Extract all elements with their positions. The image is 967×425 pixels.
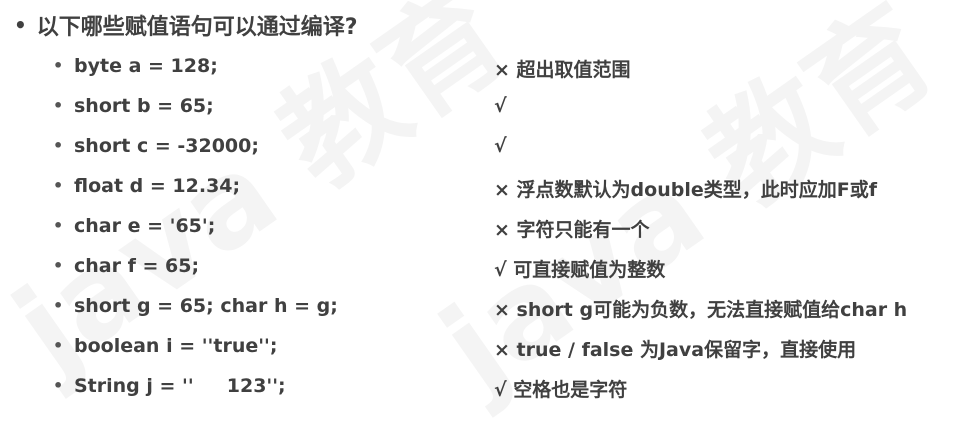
- code-statement: boolean i = ''true'';: [74, 335, 278, 357]
- list-bullet: •: [53, 96, 64, 115]
- result-note: × true / false 为Java保留字，直接使用: [494, 339, 857, 361]
- slide-title-row: • 以下哪些赋值语句可以通过编译?: [14, 5, 358, 45]
- code-statement: short b = 65;: [74, 95, 214, 117]
- code-statement: short c = -32000;: [74, 135, 259, 157]
- list-bullet: •: [53, 256, 64, 275]
- list-bullet: •: [53, 56, 64, 75]
- list-item: • float d = 12.34; × 浮点数默认为double类型，此时应加…: [0, 168, 967, 208]
- list-item: • boolean i = ''true''; × true / false 为…: [0, 328, 967, 368]
- code-statement: byte a = 128;: [74, 55, 218, 77]
- list-item: • short g = 65; char h = g; × short g可能为…: [0, 288, 967, 328]
- code-statement: String j = '' 123'';: [74, 375, 286, 397]
- result-note: √: [494, 95, 507, 117]
- list-bullet: •: [53, 136, 64, 155]
- slide: java 教育 java 教育 • 以下哪些赋值语句可以通过编译? • byte…: [0, 0, 967, 425]
- code-statement: char e = '65';: [74, 215, 216, 237]
- list-bullet: •: [53, 376, 64, 395]
- result-note: × 字符只能有一个: [494, 219, 650, 241]
- result-note: √ 可直接赋值为整数: [494, 259, 666, 281]
- list-bullet: •: [53, 216, 64, 235]
- list-item: • String j = '' 123''; √ 空格也是字符: [0, 368, 967, 408]
- list-item: • short b = 65; √: [0, 88, 967, 128]
- result-note: × short g可能为负数，无法直接赋值给char h: [494, 299, 908, 321]
- list-item: • byte a = 128; × 超出取值范围: [0, 48, 967, 88]
- title-bullet: •: [14, 13, 27, 37]
- list-bullet: •: [53, 296, 64, 315]
- list-item: • short c = -32000; √: [0, 128, 967, 168]
- list-bullet: •: [53, 176, 64, 195]
- list-item: • char f = 65; √ 可直接赋值为整数: [0, 248, 967, 288]
- list-item: • char e = '65'; × 字符只能有一个: [0, 208, 967, 248]
- result-note: × 超出取值范围: [494, 59, 631, 81]
- result-note: √: [494, 135, 507, 157]
- result-note: √ 空格也是字符: [494, 379, 628, 401]
- slide-title: 以下哪些赋值语句可以通过编译?: [36, 15, 358, 40]
- result-note: × 浮点数默认为double类型，此时应加F或f: [494, 179, 877, 201]
- code-statement: char f = 65;: [74, 255, 200, 277]
- code-statement: float d = 12.34;: [74, 175, 241, 197]
- list-bullet: •: [53, 336, 64, 355]
- code-statement: short g = 65; char h = g;: [74, 295, 338, 317]
